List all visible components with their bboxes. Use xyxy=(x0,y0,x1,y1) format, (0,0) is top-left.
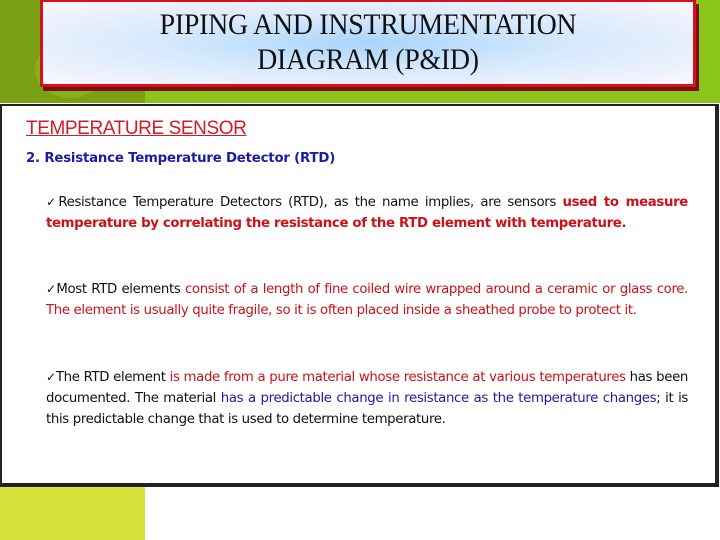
slide-title: PIPING AND INSTRUMENTATION DIAGRAM (P&ID… xyxy=(66,7,671,77)
checkmark-icon: ✓ xyxy=(46,282,57,296)
slide-title-line2: DIAGRAM (P&ID) xyxy=(257,43,479,76)
checkmark-icon: ✓ xyxy=(46,370,56,384)
checkmark-icon: ✓ xyxy=(46,195,59,209)
slide-title-line1: PIPING AND INSTRUMENTATION xyxy=(159,8,577,41)
bullet-text: Most RTD elements xyxy=(56,282,185,297)
bullet-text: Resistance Temperature Detectors (RTD), … xyxy=(58,195,563,210)
slide-title-box: PIPING AND INSTRUMENTATION DIAGRAM (P&ID… xyxy=(40,0,696,87)
decorative-footer-block xyxy=(0,487,145,540)
bullet-item: ✓The RTD element is made from a pure mat… xyxy=(46,367,688,430)
bullet-text-highlight-blue: has a predictable change in resistance a… xyxy=(220,391,657,406)
bullet-item: ✓Resistance Temperature Detectors (RTD),… xyxy=(46,192,688,234)
section-subheading: 2. Resistance Temperature Detector (RTD) xyxy=(26,151,336,166)
bullet-item: ✓Most RTD elements consist of a length o… xyxy=(46,279,688,321)
content-panel: TEMPERATURE SENSOR 2. Resistance Tempera… xyxy=(0,104,719,487)
bullet-text-highlight: is made from a pure material whose resis… xyxy=(169,370,626,385)
bullet-text: The RTD element xyxy=(55,370,170,385)
section-heading: TEMPERATURE SENSOR xyxy=(26,118,247,139)
